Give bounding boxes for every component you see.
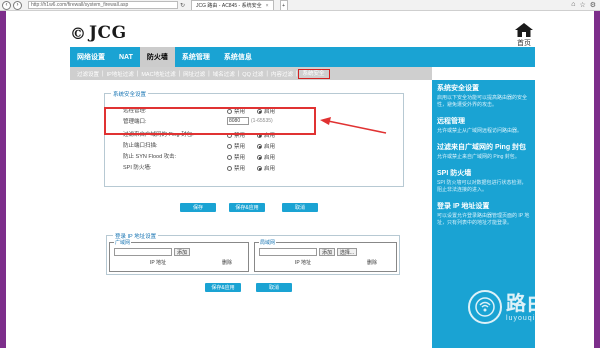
help-title: SPI 防火墙 [437,170,472,177]
save-apply-button[interactable]: 保存&应用 [229,203,265,212]
lan-col-delete: 删除 [367,260,378,266]
help-desc: 允许或禁止来自广域网的 Ping 封包。 [437,154,520,160]
watermark-sub-text: luyouqi.com [506,314,555,322]
lan-box-title: 局域网 [259,239,277,246]
nav-system-management[interactable]: 系统管理 [175,47,217,67]
syn-flood-label: 防止 SYN Flood 攻击: [123,154,177,160]
subtab-filter-settings[interactable]: 过滤设置 [74,70,102,78]
radio-label: 禁用 [234,144,246,150]
help-block: SPI 防火墙 SPI 防火墙可以对数据包进行状态检测，阻止非法连接的进入。 [437,169,530,194]
spi-firewall-disable[interactable]: 禁用 [227,164,245,172]
annotation-arrow [320,117,387,134]
star-icon[interactable]: ☆ [579,1,585,9]
radio-label: 禁用 [234,166,246,172]
nav-firewall[interactable]: 防火墙 [139,47,175,67]
main-nav: 网络设置 NAT 防火墙 系统管理 系统信息 [70,47,535,67]
lan-ip-input[interactable] [259,248,317,256]
tab-title: JCG 路由 - AC845 - 系统安全 [196,3,262,9]
wan-col-delete: 删除 [222,260,233,266]
syn-flood-enable[interactable]: 启用 [257,153,275,161]
back-button[interactable]: ‹ [2,0,11,10]
radio-button[interactable] [257,165,262,171]
spi-firewall-label: SPI 防火墙: [123,165,152,171]
browser-tab[interactable]: JCG 路由 - AC845 - 系统安全 × [191,0,274,10]
home-browser-icon[interactable]: ⌂ [571,1,575,9]
settings-gear-icon[interactable]: ⚙ [590,1,596,9]
help-desc: 允许或禁止从广域网远程访问路由器。 [437,128,523,134]
subtab-system-security[interactable]: 系统安全 [297,68,330,79]
login-save-apply-button[interactable]: 保存&应用 [205,283,241,292]
forward-button[interactable]: › [13,0,22,10]
subtab-domain-filter[interactable]: 域名过滤 [210,70,238,78]
browser-toolbar: ‹ › http://h1w6.com/firewall/system_fire… [0,0,600,11]
subtab-qq-filter[interactable]: QQ 过滤 [239,70,266,78]
save-button[interactable]: 保存 [180,203,216,212]
help-desc: 可以设置允许登录路由器管理页面的 IP 地址，只有列表中的地址才能登录。 [437,213,530,226]
new-tab-button[interactable]: + [279,0,288,10]
home-icon [515,23,533,37]
radio-label: 启用 [264,144,276,150]
tab-close-icon[interactable]: × [266,3,269,9]
cancel-button[interactable]: 取消 [282,203,318,212]
watermark: 路由器 luyouqi.com [468,290,569,324]
help-desc: 启用以下安全功能可以提高路由器的安全性，避免遭受外界的攻击。 [437,95,528,108]
help-title: 系统安全设置 [437,85,479,92]
refresh-icon[interactable]: ↻ [180,2,185,9]
wan-add-button[interactable]: 添加 [174,248,190,256]
lan-ip-box: 局域网 添加 选择... IP 地址 删除 [254,239,397,272]
annotation-highlight-box [104,107,316,135]
help-desc: SPI 防火墙可以对数据包进行状态检测，阻止非法连接的进入。 [437,180,527,193]
lan-add-button[interactable]: 添加 [319,248,335,256]
spi-firewall-enable[interactable]: 启用 [257,164,275,172]
radio-label: 禁用 [234,155,246,161]
help-block: 登录 IP 地址设置 可以设置允许登录路由器管理页面的 IP 地址，只有列表中的… [437,202,530,227]
port-scan-disable[interactable]: 禁用 [227,142,245,150]
router-header: © JCG 首页 [70,11,535,47]
home-link[interactable]: 首页 [513,23,535,48]
port-scan-enable[interactable]: 启用 [257,142,275,150]
help-title: 远程管理 [437,118,465,125]
lan-col-ip: IP 地址 [295,260,312,266]
help-block: 系统安全设置 启用以下安全功能可以提高路由器的安全性，避免遭受外界的攻击。 [437,84,530,109]
radio-button[interactable] [257,154,262,160]
url-text: http://h1w6.com/firewall/system_firewall… [31,2,129,8]
subtab-ip-filter[interactable]: IP地址过滤 [104,70,137,78]
subtab-url-filter[interactable]: 网址过滤 [180,70,208,78]
logo-mark: © [70,23,86,43]
nav-nat[interactable]: NAT [112,47,140,67]
radio-button[interactable] [227,143,232,149]
login-ip-fieldset: 登录 IP 地址设置 广域网 添加 IP 地址 删除 局域网 添加 选择... … [106,232,400,275]
radio-label: 启用 [264,155,276,161]
syn-flood-disable[interactable]: 禁用 [227,153,245,161]
port-scan-label: 防止端口扫描: [123,143,158,149]
lan-select-button[interactable]: 选择... [337,248,357,256]
subtab-mac-filter[interactable]: MAC地址过滤 [138,70,178,78]
jcg-logo: © JCG [70,23,127,43]
help-title: 过滤来自广域网的 Ping 封包 [437,144,527,151]
subtab-content-filter[interactable]: 内容过滤 [268,70,296,78]
wan-box-title: 广域网 [114,239,132,246]
wan-ip-box: 广域网 添加 IP 地址 删除 [109,239,249,272]
security-legend: 系统安全设置 [111,90,149,98]
firewall-subtabs: 过滤设置 | IP地址过滤 | MAC地址过滤 | 网址过滤 | 域名过滤 | QQ 过滤… [70,67,432,80]
nav-network-settings[interactable]: 网络设置 [70,47,112,67]
radio-button[interactable] [227,154,232,160]
left-side-band [0,11,6,348]
address-bar[interactable]: http://h1w6.com/firewall/system_firewall… [28,1,178,9]
watermark-router-icon [468,290,502,324]
right-side-band [594,11,600,348]
radio-label: 启用 [264,166,276,172]
help-block: 过滤来自广域网的 Ping 封包 允许或禁止来自广域网的 Ping 封包。 [437,143,530,161]
wan-ip-input[interactable] [114,248,172,256]
logo-text: JCG [89,23,127,43]
nav-system-info[interactable]: 系统信息 [217,47,259,67]
help-title: 登录 IP 地址设置 [437,203,490,210]
help-block: 远程管理 允许或禁止从广域网远程访问路由器。 [437,117,530,135]
wan-col-ip: IP 地址 [150,260,167,266]
watermark-main-text: 路由器 [506,292,569,315]
radio-button[interactable] [227,165,232,171]
radio-button[interactable] [257,143,262,149]
login-cancel-button[interactable]: 取消 [256,283,292,292]
